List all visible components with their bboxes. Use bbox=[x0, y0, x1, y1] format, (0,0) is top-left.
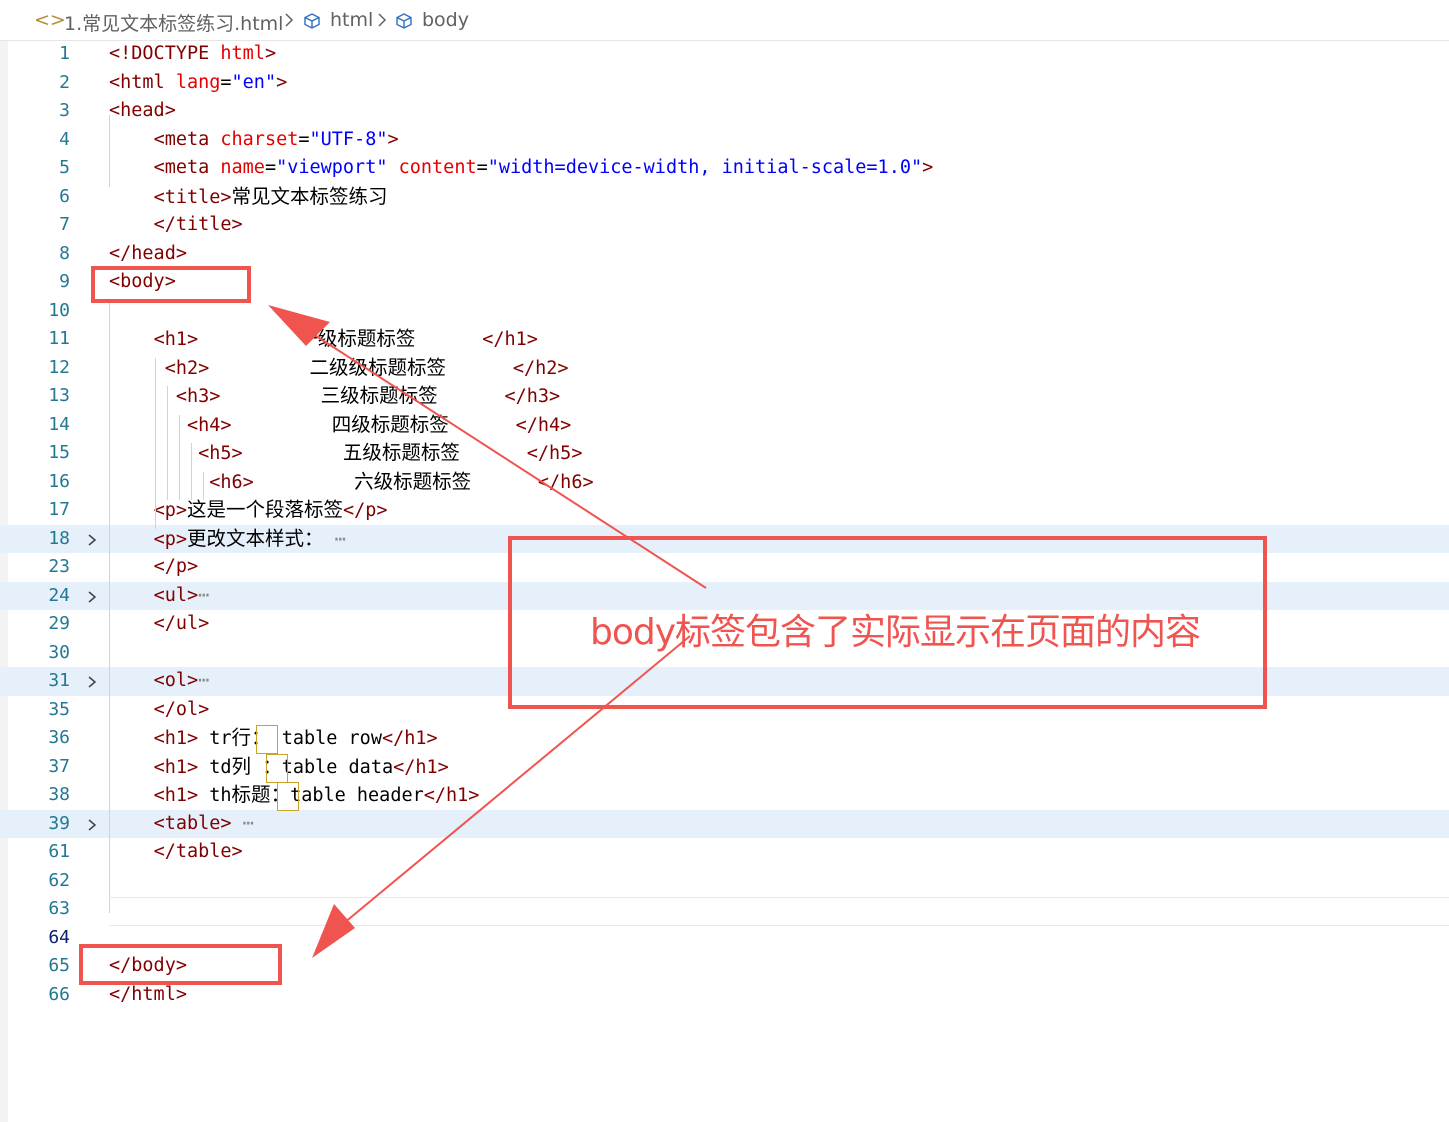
arrow-head-down-icon bbox=[312, 904, 355, 958]
annotation-arrows bbox=[268, 305, 707, 958]
arrow-to-body-close bbox=[337, 635, 691, 929]
arrow-to-body-open bbox=[295, 322, 707, 589]
